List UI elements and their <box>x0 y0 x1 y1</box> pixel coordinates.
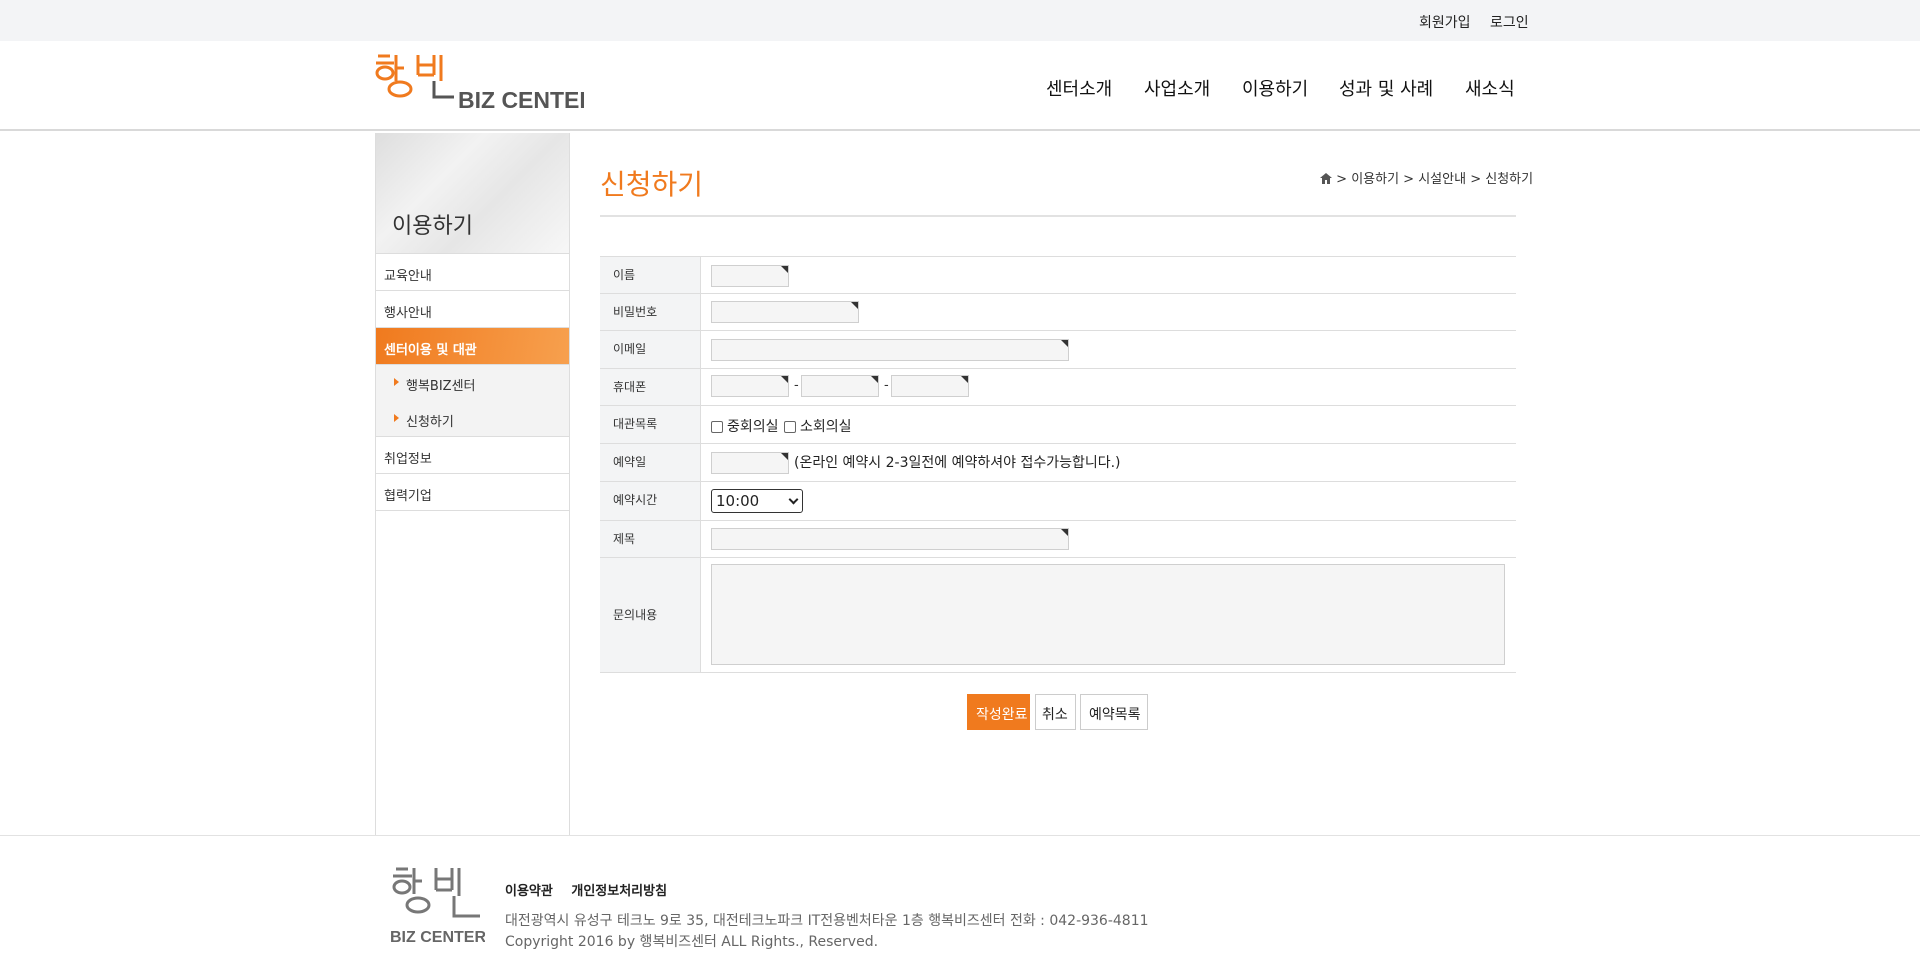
name-input[interactable] <box>711 265 789 287</box>
sidebar-subitem-bizcenter[interactable]: 행복BIZ센터 <box>376 365 569 401</box>
password-label: 비밀번호 <box>600 294 701 330</box>
sidebar-header: 이용하기 <box>376 133 569 254</box>
footer-address: 대전광역시 유성구 테크노 9로 35, 대전테크노파크 IT전용벤처타운 1층… <box>505 913 1149 929</box>
time-label: 예약시간 <box>600 482 701 520</box>
form-row-phone: 휴대폰 - - <box>600 369 1516 406</box>
form-row-password: 비밀번호 <box>600 294 1516 331</box>
sidebar-subitem-apply[interactable]: 신청하기 <box>376 401 569 437</box>
breadcrumb: > 이용하기 > 시설안내 > 신청하기 <box>1320 168 1533 187</box>
cancel-button[interactable]: 취소 <box>1035 694 1076 730</box>
form-row-date: 예약일 (온라인 예약시 2-3일전에 예약하셔야 접수가능합니다.) <box>600 444 1516 482</box>
checkbox[interactable] <box>784 421 796 433</box>
sidebar-item-rental[interactable]: 센터이용 및 대관 <box>376 328 569 365</box>
checkbox[interactable] <box>711 421 723 433</box>
sidebar-item-events[interactable]: 행사안내 <box>376 291 569 328</box>
privacy-link[interactable]: 개인정보처리방침 <box>571 884 667 899</box>
site-header: BIZ CENTER 센터소개 사업소개 이용하기 성과 및 사례 새소식 <box>0 41 1920 131</box>
left-sidebar: 이용하기 교육안내 행사안내 센터이용 및 대관 행복BIZ센터 신청하기 취업… <box>375 133 570 835</box>
arrow-right-icon <box>394 378 399 386</box>
date-input[interactable] <box>711 452 789 474</box>
footer-copyright: Copyright 2016 by 행복비즈센터 ALL Rights., Re… <box>505 934 879 950</box>
login-link[interactable]: 로그인 <box>1490 12 1529 32</box>
site-footer: BIZ CENTER 이용약관 개인정보처리방침 대전광역시 유성구 테크노 9… <box>0 835 1920 957</box>
nav-business-intro[interactable]: 사업소개 <box>1144 75 1210 101</box>
nav-news[interactable]: 새소식 <box>1465 75 1515 101</box>
submit-button[interactable]: 작성완료 <box>967 694 1030 730</box>
page-title: 신청하기 <box>600 168 704 201</box>
time-select-value: 10:00 <box>716 492 760 510</box>
room-option-label: 소회의실 <box>800 419 852 435</box>
sidebar-item-jobs[interactable]: 취업정보 <box>376 437 569 474</box>
chevron-right-icon: > <box>1403 172 1415 187</box>
sidebar-subitem-label: 행복BIZ센터 <box>406 379 476 394</box>
form-row-time: 예약시간 10:00 <box>600 482 1516 521</box>
reservation-form: 이름 비밀번호 이메일 휴대폰 - - 대관목록 중회의실 소회의실 예약일 (… <box>600 256 1516 673</box>
form-row-name: 이름 <box>600 257 1516 294</box>
sidebar-item-education[interactable]: 교육안내 <box>376 254 569 291</box>
form-row-email: 이메일 <box>600 331 1516 369</box>
chevron-right-icon: > <box>1336 172 1348 187</box>
content-textarea[interactable] <box>711 564 1505 665</box>
reservation-list-button[interactable]: 예약목록 <box>1080 694 1148 730</box>
time-select[interactable]: 10:00 <box>711 489 803 513</box>
footer-logo: BIZ CENTER <box>390 867 485 946</box>
date-note: (온라인 예약시 2-3일전에 예약하셔야 접수가능합니다.) <box>794 455 1121 471</box>
form-row-content: 문의내용 <box>600 558 1516 673</box>
phone-separator: - <box>794 378 799 393</box>
title-divider <box>600 215 1516 217</box>
sidebar-item-partners[interactable]: 협력기업 <box>376 474 569 511</box>
subject-input[interactable] <box>711 528 1069 550</box>
chevron-right-icon: > <box>1470 172 1482 187</box>
room-checkbox-small[interactable]: 소회의실 <box>784 416 852 436</box>
room-option-label: 중회의실 <box>727 419 779 435</box>
room-checkbox-medium[interactable]: 중회의실 <box>711 416 779 436</box>
nav-usage[interactable]: 이용하기 <box>1242 75 1308 101</box>
rooms-label: 대관목록 <box>600 406 701 443</box>
breadcrumb-item[interactable]: 이용하기 <box>1351 172 1399 187</box>
form-row-subject: 제목 <box>600 521 1516 558</box>
phone-input-2[interactable] <box>801 375 879 397</box>
svg-text:BIZ CENTER: BIZ CENTER <box>458 87 584 111</box>
content-label: 문의내용 <box>600 558 701 672</box>
svg-text:BIZ CENTER: BIZ CENTER <box>390 929 485 946</box>
phone-label: 휴대폰 <box>600 369 701 405</box>
nav-results[interactable]: 성과 및 사례 <box>1339 75 1433 101</box>
breadcrumb-item[interactable]: 시설안내 <box>1418 172 1466 187</box>
subject-label: 제목 <box>600 521 701 557</box>
name-label: 이름 <box>600 257 701 293</box>
nav-center-intro[interactable]: 센터소개 <box>1046 75 1112 101</box>
chevron-down-icon <box>788 494 799 505</box>
date-label: 예약일 <box>600 444 701 481</box>
arrow-right-icon <box>394 414 399 422</box>
form-row-rooms: 대관목록 중회의실 소회의실 <box>600 406 1516 444</box>
email-label: 이메일 <box>600 331 701 368</box>
sidebar-subitem-label: 신청하기 <box>406 415 454 430</box>
terms-link[interactable]: 이용약관 <box>505 884 553 899</box>
sidebar-title: 이용하기 <box>392 214 473 239</box>
top-utility-bar: 회원가입 로그인 <box>0 0 1920 41</box>
breadcrumb-item: 신청하기 <box>1485 172 1534 187</box>
phone-input-3[interactable] <box>891 375 969 397</box>
password-input[interactable] <box>711 301 859 323</box>
signup-link[interactable]: 회원가입 <box>1419 12 1471 32</box>
home-icon[interactable] <box>1320 173 1332 184</box>
phone-input-1[interactable] <box>711 375 789 397</box>
email-input[interactable] <box>711 339 1069 361</box>
site-logo[interactable]: BIZ CENTER <box>374 51 584 111</box>
footer-links: 이용약관 개인정보처리방침 <box>505 880 667 899</box>
phone-separator: - <box>884 378 889 393</box>
